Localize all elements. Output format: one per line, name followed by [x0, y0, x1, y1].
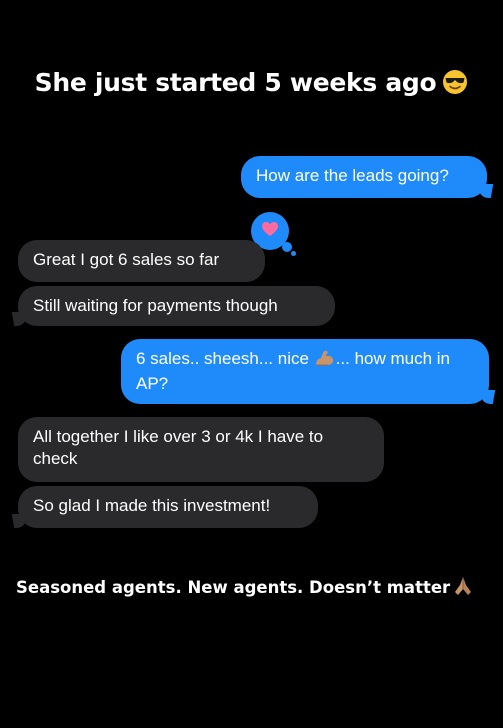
message-text: So glad I made this investment! [33, 496, 271, 515]
folded-hands-icon [452, 575, 474, 601]
message-bubble-outgoing[interactable]: How are the leads going? [241, 156, 487, 198]
message-text: How are the leads going? [256, 166, 449, 185]
caption: Seasoned agents. New agents. Doesn’t mat… [16, 575, 474, 601]
tapback-tail-dot [282, 242, 292, 252]
flexed-biceps-icon [314, 349, 336, 373]
heart-icon [261, 221, 279, 242]
message-bubble-incoming[interactable]: So glad I made this investment! [18, 486, 318, 528]
message-text: All together I like over 3 or 4k I have … [33, 427, 324, 468]
message-bubble-incoming[interactable]: Still waiting for payments though [18, 286, 335, 326]
message-text: 6 sales.. sheesh... nice [136, 349, 309, 368]
caption-text: Seasoned agents. New agents. Doesn’t mat… [16, 578, 451, 597]
message-bubble-outgoing[interactable]: 6 sales.. sheesh... nice ... how much in… [121, 339, 489, 404]
tapback-tail-dot [291, 251, 296, 256]
headline-text: She just started 5 weeks ago [34, 68, 437, 97]
headline: She just started 5 weeks ago [0, 68, 503, 101]
message-text: Great I got 6 sales so far [33, 250, 220, 269]
smiling-face-with-sunglasses-icon [442, 69, 468, 101]
message-bubble-incoming[interactable]: Great I got 6 sales so far [18, 240, 265, 282]
message-bubble-incoming[interactable]: All together I like over 3 or 4k I have … [18, 417, 384, 482]
message-text: Still waiting for payments though [33, 296, 278, 315]
